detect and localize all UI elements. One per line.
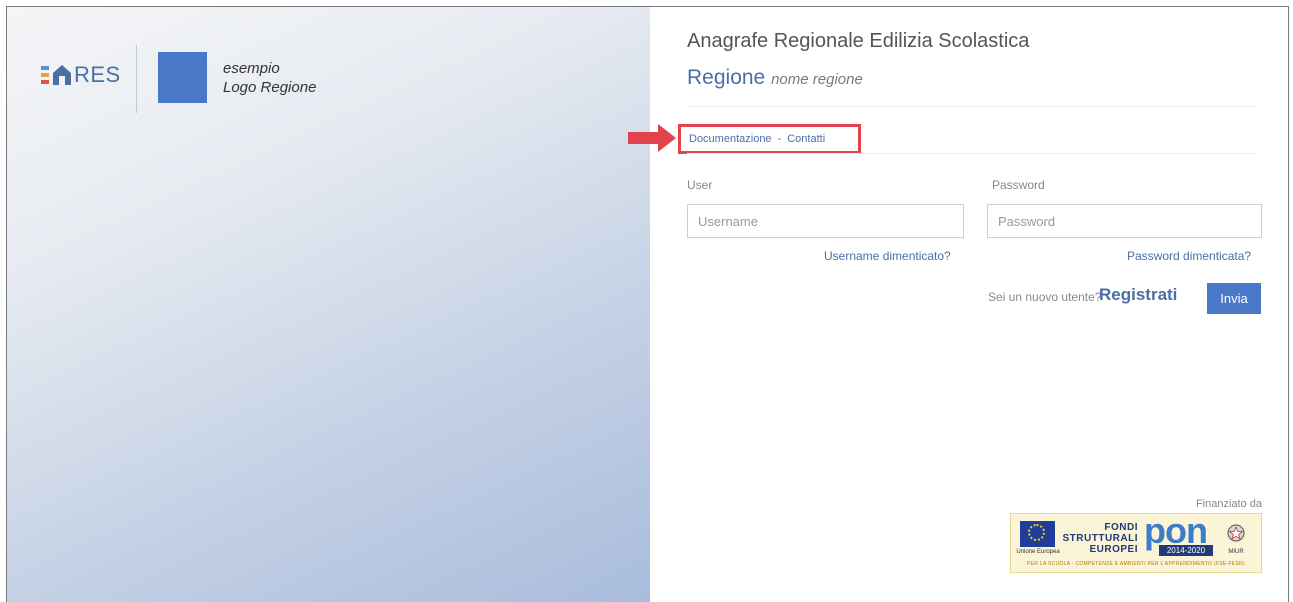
miur-caption: MIUR [1228, 549, 1244, 555]
login-page: RES esempio Logo Regione Anagrafe Region… [6, 6, 1289, 602]
contacts-link[interactable]: Contatti [787, 133, 825, 145]
app-title: Anagrafe Regionale Edilizia Scolastica [687, 30, 1030, 52]
register-link[interactable]: Registrati [1099, 285, 1177, 305]
arrow-right-icon [628, 124, 676, 152]
fondi-line1: FONDI [1104, 522, 1138, 533]
password-label: Password [992, 178, 1045, 192]
region-name: nome regione [771, 71, 863, 88]
region-logo-line2: Logo Regione [223, 79, 317, 96]
fondi-line2: STRUTTURALI [1062, 533, 1138, 544]
forgot-password-link[interactable]: Password dimenticata? [1127, 249, 1251, 263]
region-logo-text: esempio Logo Regione [223, 59, 316, 97]
password-input[interactable] [987, 204, 1262, 238]
ares-bars-icon [41, 66, 49, 84]
new-user-text: Sei un nuovo utente? [988, 290, 1102, 304]
logo-divider [136, 45, 137, 113]
region-logo-placeholder [158, 52, 207, 103]
divider [687, 106, 1255, 107]
documentation-link[interactable]: Documentazione [689, 133, 772, 145]
region-heading: Regione nome regione [687, 66, 863, 90]
eu-caption: Unione Europea [1016, 549, 1060, 555]
funded-by-label: Finanziato da [1195, 498, 1262, 510]
ares-logo-text: RES [74, 62, 121, 87]
italian-emblem-icon [1227, 524, 1245, 542]
left-brand-panel: RES esempio Logo Regione [7, 7, 650, 602]
ares-logo: RES [41, 55, 121, 95]
pon-funding-banner: Unione Europea FONDI STRUTTURALI EUROPEI… [1010, 510, 1262, 573]
username-input[interactable] [687, 204, 964, 238]
forgot-username-link[interactable]: Username dimenticato? [824, 249, 951, 263]
divider [687, 153, 1255, 154]
user-label: User [687, 178, 713, 192]
ares-house-icon [53, 65, 71, 85]
fondi-line3: EUROPEI [1089, 544, 1138, 555]
submit-button[interactable]: Invia [1207, 283, 1261, 314]
pon-years: 2014-2020 [1159, 545, 1213, 556]
region-logo-line1: esempio [223, 60, 280, 77]
pon-ribbon-text: PER LA SCUOLA - COMPETENZE E AMBIENTI PE… [1027, 561, 1245, 567]
login-panel: Anagrafe Regionale Edilizia Scolastica R… [628, 7, 1288, 602]
highlighted-links: Documentazione - Contatti [678, 124, 861, 154]
region-label: Regione [687, 66, 766, 89]
fondi-text: FONDI STRUTTURALI EUROPEI [1062, 522, 1138, 555]
links-separator: - [777, 133, 782, 145]
eu-flag-icon [1020, 521, 1055, 547]
